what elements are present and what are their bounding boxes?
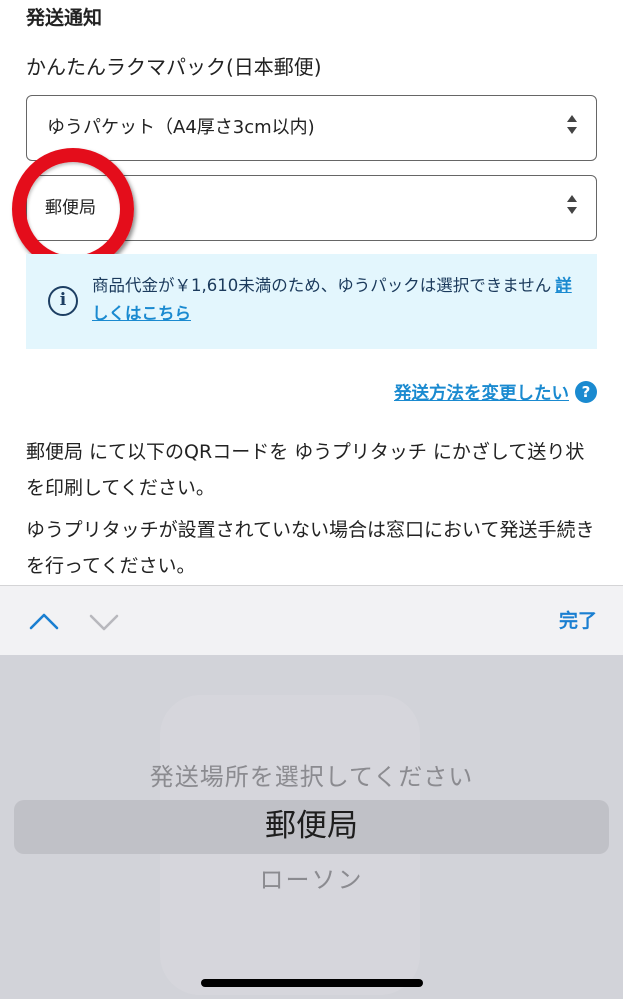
annotation-circle <box>12 148 134 270</box>
section-title: 発送通知 <box>26 7 103 29</box>
price-notice-box: i 商品代金が￥1,610未満のため、ゆうパックは選択できません 詳しくはこちら <box>26 254 597 349</box>
home-indicator[interactable] <box>201 979 423 987</box>
keyboard-accessory-toolbar: 完了 <box>0 585 623 655</box>
instruction-paragraph: ゆうプリタッチが設置されていない場合は窓口において発送手続きを行ってください。 <box>26 519 595 577</box>
help-icon[interactable]: ? <box>575 381 597 403</box>
package-type-select[interactable]: ゆうパケット（A4厚さ3cm以内) <box>26 95 597 161</box>
info-icon: i <box>48 286 78 316</box>
carrier-name: かんたんラクマパック(日本郵便) <box>26 55 322 79</box>
option-picker-wheel[interactable]: 発送場所を選択してください 郵便局 ローソン <box>0 655 623 999</box>
select-arrows-icon <box>566 115 578 141</box>
instruction-paragraph: 郵便局 にて以下のQRコードを ゆうプリタッチ にかざして送り状を印刷してくださ… <box>26 441 585 499</box>
chevron-up-icon[interactable] <box>28 606 60 638</box>
change-shipping-link[interactable]: 発送方法を変更したい <box>394 380 569 405</box>
picker-option[interactable]: 発送場所を選択してください <box>0 757 623 792</box>
done-button[interactable]: 完了 <box>559 605 597 637</box>
notice-message: 商品代金が￥1,610未満のため、ゆうパックは選択できません 詳しくはこちら <box>92 272 582 328</box>
select-arrows-icon <box>566 195 578 221</box>
shipping-notice-page: 発送通知 かんたんラクマパック(日本郵便) ゆうパケット（A4厚さ3cm以内) … <box>0 0 623 585</box>
change-shipping-method[interactable]: 発送方法を変更したい ? <box>394 378 597 406</box>
notice-text: 商品代金が￥1,610未満のため、ゆうパックは選択できません <box>92 276 552 295</box>
picker-option[interactable]: ローソン <box>0 860 623 895</box>
chevron-down-icon[interactable] <box>88 606 120 638</box>
picker-option-selected[interactable]: 郵便局 <box>0 803 623 849</box>
